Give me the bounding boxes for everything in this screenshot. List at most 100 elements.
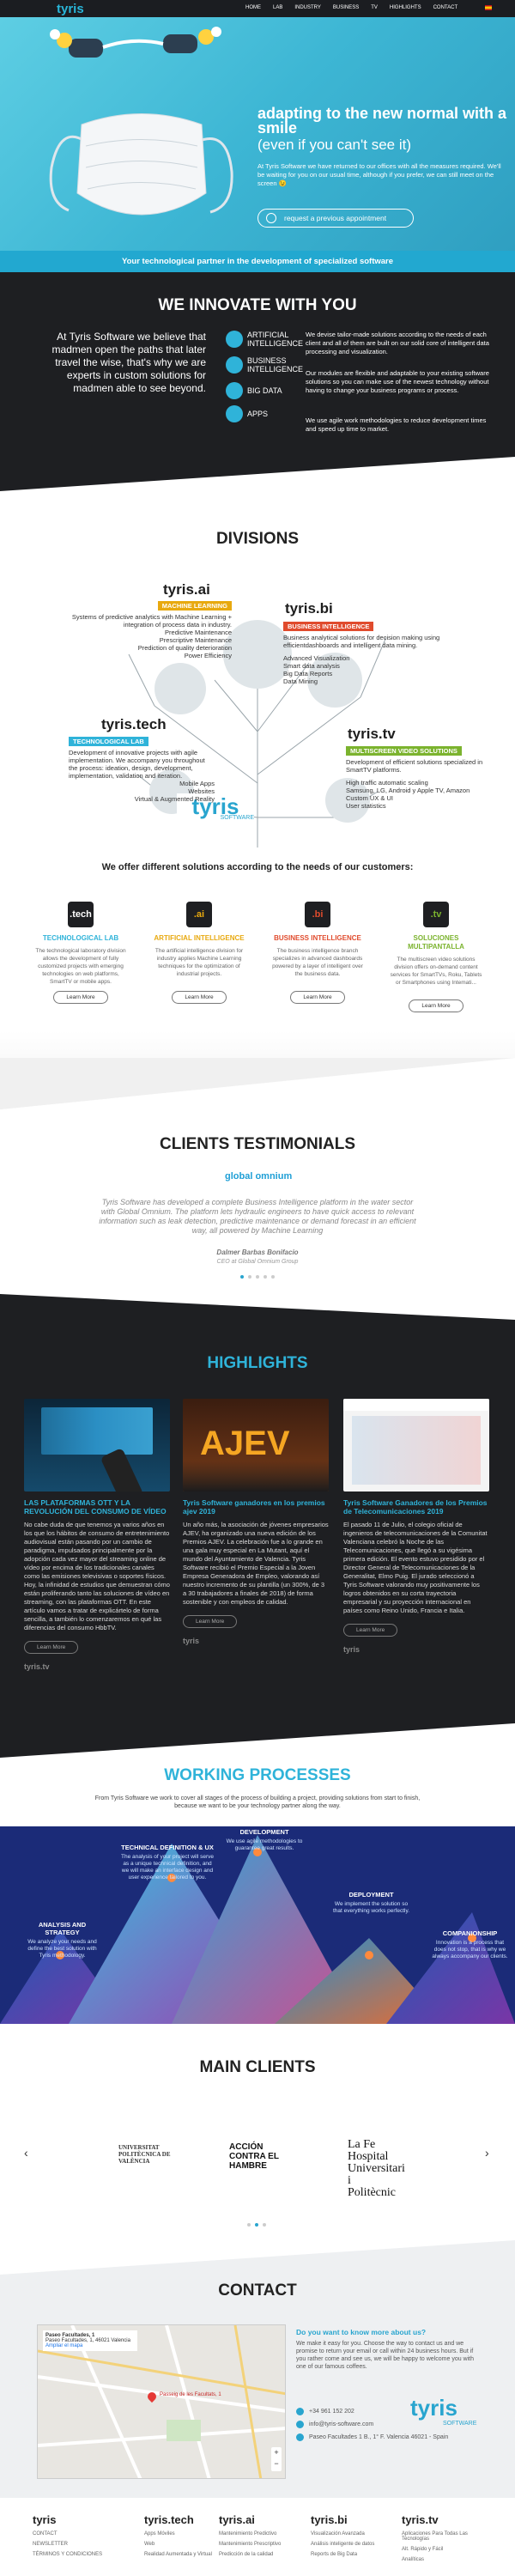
card-title: ARTIFICIAL INTELLIGENCE bbox=[154, 934, 245, 942]
highlight-title[interactable]: Tyris Software Ganadores de los Premios … bbox=[343, 1498, 489, 1516]
carousel-dots[interactable] bbox=[240, 1275, 275, 1279]
chevron-left-icon[interactable]: ‹ bbox=[24, 2146, 28, 2160]
hero-text: At Tyris Software we have returned to ou… bbox=[258, 162, 501, 187]
card-bi: .bi BUSINESS INTELLIGENCE The business i… bbox=[270, 902, 366, 1004]
highlight-title[interactable]: LAS PLATAFORMAS OTT Y LA REVOLUCIÓN DEL … bbox=[24, 1498, 170, 1516]
nav-logo[interactable]: tyris bbox=[57, 2, 84, 16]
step-development: DEVELOPMENT We use agile methodologies to… bbox=[226, 1828, 303, 1851]
working-title: WORKING PROCESSES bbox=[164, 1766, 351, 1784]
contact-question: Do you want to know more about us? bbox=[296, 2328, 427, 2336]
contact-email[interactable]: info@tyris-software.com bbox=[296, 2421, 373, 2428]
learn-more-button[interactable]: Learn More bbox=[183, 1615, 238, 1628]
innovate-desc-2: Our modules are flexible and adaptable t… bbox=[306, 369, 489, 394]
tagline-strip: Your technological partner in the develo… bbox=[0, 251, 515, 272]
learn-more-button[interactable]: Learn More bbox=[409, 999, 464, 1012]
division-bi: BUSINESS INTELLIGENCE Business analytica… bbox=[283, 622, 440, 685]
footer-col: tyris.tech Apps Móviles Web Realidad Aument… bbox=[144, 2513, 212, 2557]
card-title: BUSINESS INTELLIGENCE bbox=[274, 934, 361, 942]
appointment-button[interactable]: request a previous appointment bbox=[258, 209, 414, 228]
division-tech-logo: tyris.tech bbox=[101, 716, 167, 732]
hero-title: adapting to the new normal with a smile bbox=[258, 105, 507, 137]
learn-more-button[interactable]: Learn More bbox=[290, 991, 345, 1004]
learn-more-button[interactable]: Learn More bbox=[172, 991, 227, 1004]
nav-contact[interactable]: CONTACT bbox=[433, 5, 458, 10]
section-divider bbox=[0, 2240, 515, 2275]
card-title: TECHNOLOGICAL LAB bbox=[42, 934, 119, 942]
highlight-text: Un año más, la asociación de jóvenes emp… bbox=[183, 1521, 329, 1606]
offer-title: We offer different solutions according t… bbox=[101, 862, 414, 872]
brand-logo: tyris.tv bbox=[24, 1662, 50, 1671]
innovate-desc-3: We use agile work methodologies to reduc… bbox=[306, 416, 487, 433]
highlight-text: No cabe duda de que tenemos ya varios añ… bbox=[24, 1521, 170, 1631]
calendar-icon bbox=[266, 213, 276, 223]
location-icon bbox=[296, 2433, 304, 2441]
working-processes-section: WORKING PROCESSES From Tyris Software we… bbox=[0, 1758, 515, 2024]
hero-subtitle: (even if you can't see it) bbox=[258, 137, 411, 153]
contact-phone[interactable]: +34 961 152 202 bbox=[296, 2408, 354, 2415]
nav-highlights[interactable]: HIGHLIGHTS bbox=[390, 5, 421, 10]
learn-more-button[interactable]: Learn More bbox=[53, 991, 108, 1004]
step-deployment: DEPLOYMENT We implement the solution so t… bbox=[332, 1891, 410, 1914]
testimonial-quote: Tyris Software has developed a complete … bbox=[99, 1198, 416, 1235]
chevron-right-icon[interactable]: › bbox=[485, 2146, 489, 2160]
client-logo: global omnium bbox=[225, 1171, 293, 1182]
card-text: The technological laboratory division al… bbox=[35, 948, 126, 985]
nav-industry[interactable]: INDUSTRY bbox=[294, 5, 321, 10]
highlights-section: HIGHLIGHTS LAS PLATAFORMAS OTT Y LA REVO… bbox=[0, 1320, 515, 1758]
section-divider bbox=[0, 457, 515, 491]
footer-col: tyris.bi Visualización Avanzada Análisis i… bbox=[311, 2513, 375, 2557]
testimonials-title: CLIENTS TESTIMONIALS bbox=[160, 1135, 355, 1153]
highlight-text: El pasado 11 de Julio, el colegio oficia… bbox=[343, 1521, 488, 1614]
learn-more-button[interactable]: Learn More bbox=[24, 1641, 79, 1654]
card-text: The business intelligence branch special… bbox=[272, 948, 363, 977]
feature-ai: ARTIFICIAL INTELLIGENCE bbox=[226, 331, 303, 348]
highlight-title[interactable]: Tyris Software ganadores en los premios … bbox=[183, 1498, 329, 1516]
footer-col: tyris.tv Aplicaciones Para Todas Las Tecn… bbox=[402, 2513, 468, 2562]
card-text: The multiscreen video solutions division… bbox=[390, 957, 482, 986]
nav-home[interactable]: HOME bbox=[245, 5, 261, 10]
contact-brand-logo: tyris bbox=[410, 2395, 457, 2421]
section-divider bbox=[0, 1723, 515, 1758]
brand-logo: tyris bbox=[183, 1637, 200, 1645]
tv-remote-image[interactable] bbox=[24, 1399, 170, 1492]
telecom-award-image[interactable] bbox=[343, 1399, 489, 1492]
card-tv: .tv SOLUCIONES MULTIPANTALLA The multisc… bbox=[388, 902, 484, 1012]
step-analysis: ANALYSIS AND STRATEGY We analyze your nee… bbox=[27, 1921, 97, 1959]
clients-section: MAIN CLIENTS ‹ › UNIVERSITAT POLITÈCNICA… bbox=[0, 2024, 515, 2275]
card-tech: .tech TECHNOLOGICAL LAB The technologica… bbox=[33, 902, 129, 1004]
clients-title: MAIN CLIENTS bbox=[199, 2058, 316, 2076]
division-tv: MULTISCREEN VIDEO SOLUTIONS Development … bbox=[346, 746, 483, 810]
nav-lab[interactable]: LAB bbox=[273, 5, 282, 10]
footer-col: tyris CONTACT NEWSLETTER TÉRMINOS Y CONDICI… bbox=[33, 2513, 103, 2557]
nav-tv[interactable]: TV bbox=[371, 5, 378, 10]
language-flag-icon[interactable] bbox=[485, 5, 492, 10]
card-text: The artificial intelligence division for… bbox=[154, 948, 244, 977]
brand-logo: tyris bbox=[343, 1645, 360, 1654]
feature-bigdata: BIG DATA bbox=[226, 382, 299, 399]
chart-icon bbox=[226, 356, 243, 374]
map-zoom-controls[interactable]: + − bbox=[271, 2447, 282, 2471]
highlight-card: LAS PLATAFORMAS OTT Y LA REVOLUCIÓN DEL … bbox=[24, 1399, 170, 1671]
testimonial-author: Dalmer Barbas Bonifacio bbox=[216, 1249, 299, 1256]
step-companionship: COMPANIONSHIP Innovation is a process tha… bbox=[432, 1929, 508, 1959]
section-divider bbox=[0, 1294, 515, 1320]
map-embed[interactable]: Paseo Facultades, 1 Paseo Facultades, 1, … bbox=[37, 2324, 286, 2479]
ajev-award-image[interactable]: AJEV bbox=[183, 1399, 329, 1492]
card-title: SOLUCIONES MULTIPANTALLA bbox=[408, 934, 464, 951]
carousel-dots[interactable] bbox=[247, 2223, 266, 2227]
ai-icon: .ai bbox=[186, 902, 212, 927]
testimonial-role: CEO at Global Omnium Group bbox=[216, 1259, 299, 1265]
division-ai-logo: tyris.ai bbox=[163, 581, 210, 598]
innovate-desc-1: We devise tailor-made solutions accordin… bbox=[306, 331, 489, 355]
phone-icon bbox=[296, 2408, 304, 2415]
innovate-title: WE INNOVATE WITH YOU bbox=[158, 296, 357, 314]
feature-apps: APPS bbox=[226, 405, 299, 422]
innovate-lead: At Tyris Software we believe that madmen… bbox=[52, 331, 206, 394]
mail-icon bbox=[296, 2421, 304, 2428]
nav-business[interactable]: BUSINESS bbox=[333, 5, 359, 10]
footer: tyris CONTACT NEWSLETTER TÉRMINOS Y CONDICI… bbox=[0, 2498, 515, 2576]
map-pin-label: Passeig de les Facultats, 1 bbox=[160, 2392, 221, 2397]
division-tech: TECHNOLOGICAL LAB Development of innovat… bbox=[69, 737, 215, 803]
learn-more-button[interactable]: Learn More bbox=[343, 1624, 398, 1637]
tech-icon: .tech bbox=[68, 902, 94, 927]
